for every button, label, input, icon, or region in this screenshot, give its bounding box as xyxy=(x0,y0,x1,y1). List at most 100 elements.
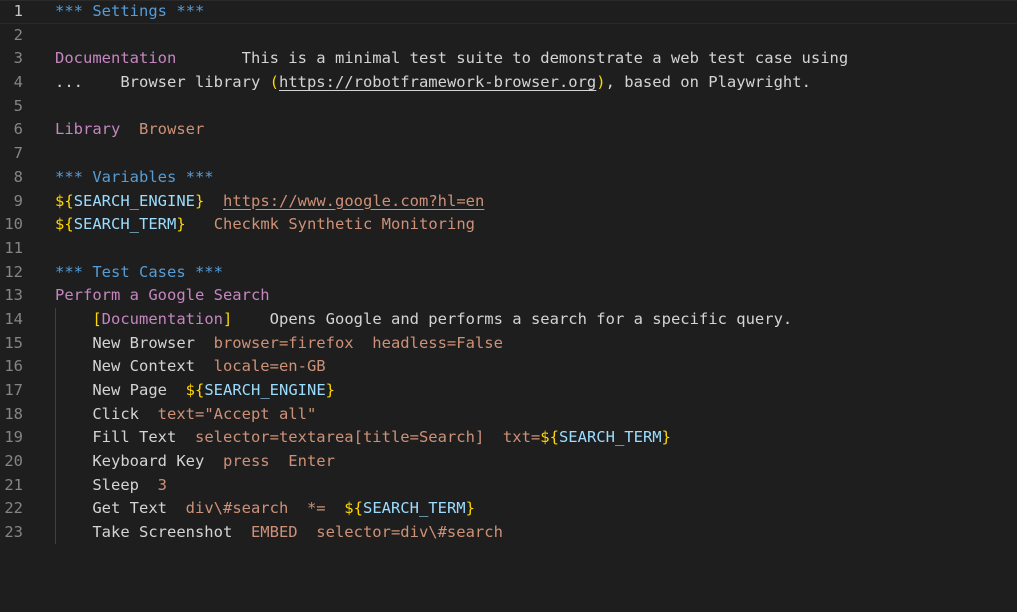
code-token: Click xyxy=(55,404,158,423)
code-token: { xyxy=(64,215,74,234)
line-number: 11 xyxy=(4,238,23,257)
line-content: ${SEARCH_TERM} Checkmk Synthetic Monitor… xyxy=(55,213,475,237)
code-line[interactable]: 4 ... Browser library (https://robotframe… xyxy=(0,71,1017,95)
line-number: 16 xyxy=(4,357,23,376)
code-token: SEARCH_TERM xyxy=(362,499,466,518)
code-token: { xyxy=(353,499,363,518)
line-number: 9 xyxy=(13,191,23,210)
line-number: 4 xyxy=(13,73,23,92)
code-token: div\#search *= xyxy=(185,499,345,518)
code-line[interactable]: 17 New Page ${SEARCH_ENGINE} xyxy=(0,379,1017,403)
code-token: Documentation xyxy=(55,49,177,68)
code-token: *** Settings *** xyxy=(55,2,205,20)
code-line[interactable]: 9 ${SEARCH_ENGINE} https://www.google.com… xyxy=(0,190,1017,214)
code-token: Perform a Google Search xyxy=(55,286,270,305)
code-line[interactable]: 2 xyxy=(0,24,1017,48)
line-number: 19 xyxy=(4,428,23,447)
line-content: *** Test Cases *** xyxy=(55,261,223,285)
code-token: } xyxy=(176,215,186,234)
line-content: New Page ${SEARCH_ENGINE} xyxy=(55,379,335,403)
code-line[interactable]: 16 New Context locale=en-GB xyxy=(0,355,1017,379)
code-line[interactable]: 18 Click text="Accept all" xyxy=(0,403,1017,427)
code-token: locale=en-GB xyxy=(213,357,326,376)
line-number: 15 xyxy=(4,333,23,352)
code-line[interactable]: 20 Keyboard Key press Enter xyxy=(0,450,1017,474)
code-line[interactable]: 22 Get Text div\#search *= ${SEARCH_TERM… xyxy=(0,497,1017,521)
line-content: Get Text div\#search *= ${SEARCH_TERM} xyxy=(55,497,475,521)
code-token: } xyxy=(325,381,336,399)
code-token: SEARCH_ENGINE xyxy=(204,381,326,399)
code-line[interactable]: 6 Library Browser xyxy=(0,118,1017,142)
code-editor[interactable]: 1 *** Settings *** 2 3 Documentation This is… xyxy=(0,0,1017,612)
line-content: Click text="Accept all" xyxy=(55,403,316,427)
line-content: New Browser browser=firefox headless=Fal… xyxy=(55,332,503,356)
code-line[interactable]: 23 Take Screenshot EMBED selector=div\#s… xyxy=(0,521,1017,545)
code-lines[interactable]: 1 *** Settings *** 2 3 Documentation This is… xyxy=(0,0,1017,545)
code-token: New Page xyxy=(55,381,186,399)
code-token: press Enter xyxy=(222,452,335,471)
code-token: 3 xyxy=(157,475,167,494)
code-line[interactable]: 10 ${SEARCH_TERM} Checkmk Synthetic Monit… xyxy=(0,213,1017,237)
code-token: Sleep xyxy=(55,475,158,494)
code-token: [ xyxy=(92,309,102,328)
code-token: SEARCH_TERM xyxy=(73,215,177,234)
line-number: 3 xyxy=(13,49,23,68)
code-token: } xyxy=(195,191,205,210)
line-number: 22 xyxy=(4,499,23,518)
code-line[interactable]: 19 Fill Text selector=textarea[title=Sea… xyxy=(0,426,1017,450)
code-token: } xyxy=(661,428,671,447)
code-line[interactable]: 13 Perform a Google Search xyxy=(0,284,1017,308)
code-token: Browser xyxy=(139,120,205,139)
line-content: *** Variables *** xyxy=(55,166,214,190)
code-token[interactable]: https://www.google.com?hl=en xyxy=(223,192,484,210)
code-token: *** Test Cases *** xyxy=(55,262,223,281)
code-token: ) xyxy=(596,73,606,92)
line-number: 17 xyxy=(4,381,23,399)
code-token: EMBED selector=div\#search xyxy=(250,523,503,542)
code-token: } xyxy=(465,499,475,518)
line-number: 23 xyxy=(4,523,23,542)
line-number: 7 xyxy=(13,144,23,163)
code-token: Keyboard Key xyxy=(55,452,223,471)
code-token: Fill Text xyxy=(55,428,195,447)
code-line[interactable]: 14 [Documentation] Opens Google and perf… xyxy=(0,308,1017,332)
code-line[interactable]: 7 xyxy=(0,142,1017,166)
line-content: [Documentation] Opens Google and perform… xyxy=(55,308,792,332)
code-line[interactable]: 12 *** Test Cases *** xyxy=(0,261,1017,285)
line-number: 5 xyxy=(13,96,23,115)
code-token: Get Text xyxy=(55,499,186,518)
code-token[interactable]: https://robotframework-browser.org xyxy=(279,73,596,91)
code-token: SEARCH_TERM xyxy=(558,428,662,447)
code-token: ] xyxy=(223,309,233,328)
code-token: Checkmk Synthetic Monitoring xyxy=(213,215,475,234)
code-line[interactable]: 11 xyxy=(0,237,1017,261)
code-token: ( xyxy=(269,73,279,92)
code-token: SEARCH_ENGINE xyxy=(73,191,196,210)
line-content: *** Settings *** xyxy=(55,0,204,24)
code-token: Opens Google and performs a search for a… xyxy=(232,309,793,328)
code-token: *** Variables *** xyxy=(55,167,214,186)
line-number: 13 xyxy=(4,286,23,305)
code-line[interactable]: 15 New Browser browser=firefox headless=… xyxy=(0,332,1017,356)
code-line[interactable]: 1 *** Settings *** xyxy=(0,0,1017,24)
code-line[interactable]: 3 Documentation This is a minimal test su… xyxy=(0,47,1017,71)
code-token: , based on Playwright. xyxy=(605,73,811,92)
code-token: Documentation xyxy=(101,309,223,328)
code-token: $ xyxy=(540,428,550,447)
code-token: { xyxy=(64,191,74,210)
code-line[interactable]: 21 Sleep 3 xyxy=(0,474,1017,498)
code-token: ... Browser library xyxy=(55,73,270,92)
line-number: 21 xyxy=(4,475,23,494)
line-content: Take Screenshot EMBED selector=div\#sear… xyxy=(55,521,503,545)
line-content: New Context locale=en-GB xyxy=(55,355,326,379)
code-line[interactable]: 5 xyxy=(0,95,1017,119)
line-number: 6 xyxy=(13,120,23,139)
code-token: text="Accept all" xyxy=(157,404,317,423)
code-token: browser=firefox headless=False xyxy=(213,333,503,352)
code-line[interactable]: 8 *** Variables *** xyxy=(0,166,1017,190)
line-content: Keyboard Key press Enter xyxy=(55,450,335,474)
code-token: New Browser xyxy=(55,333,214,352)
